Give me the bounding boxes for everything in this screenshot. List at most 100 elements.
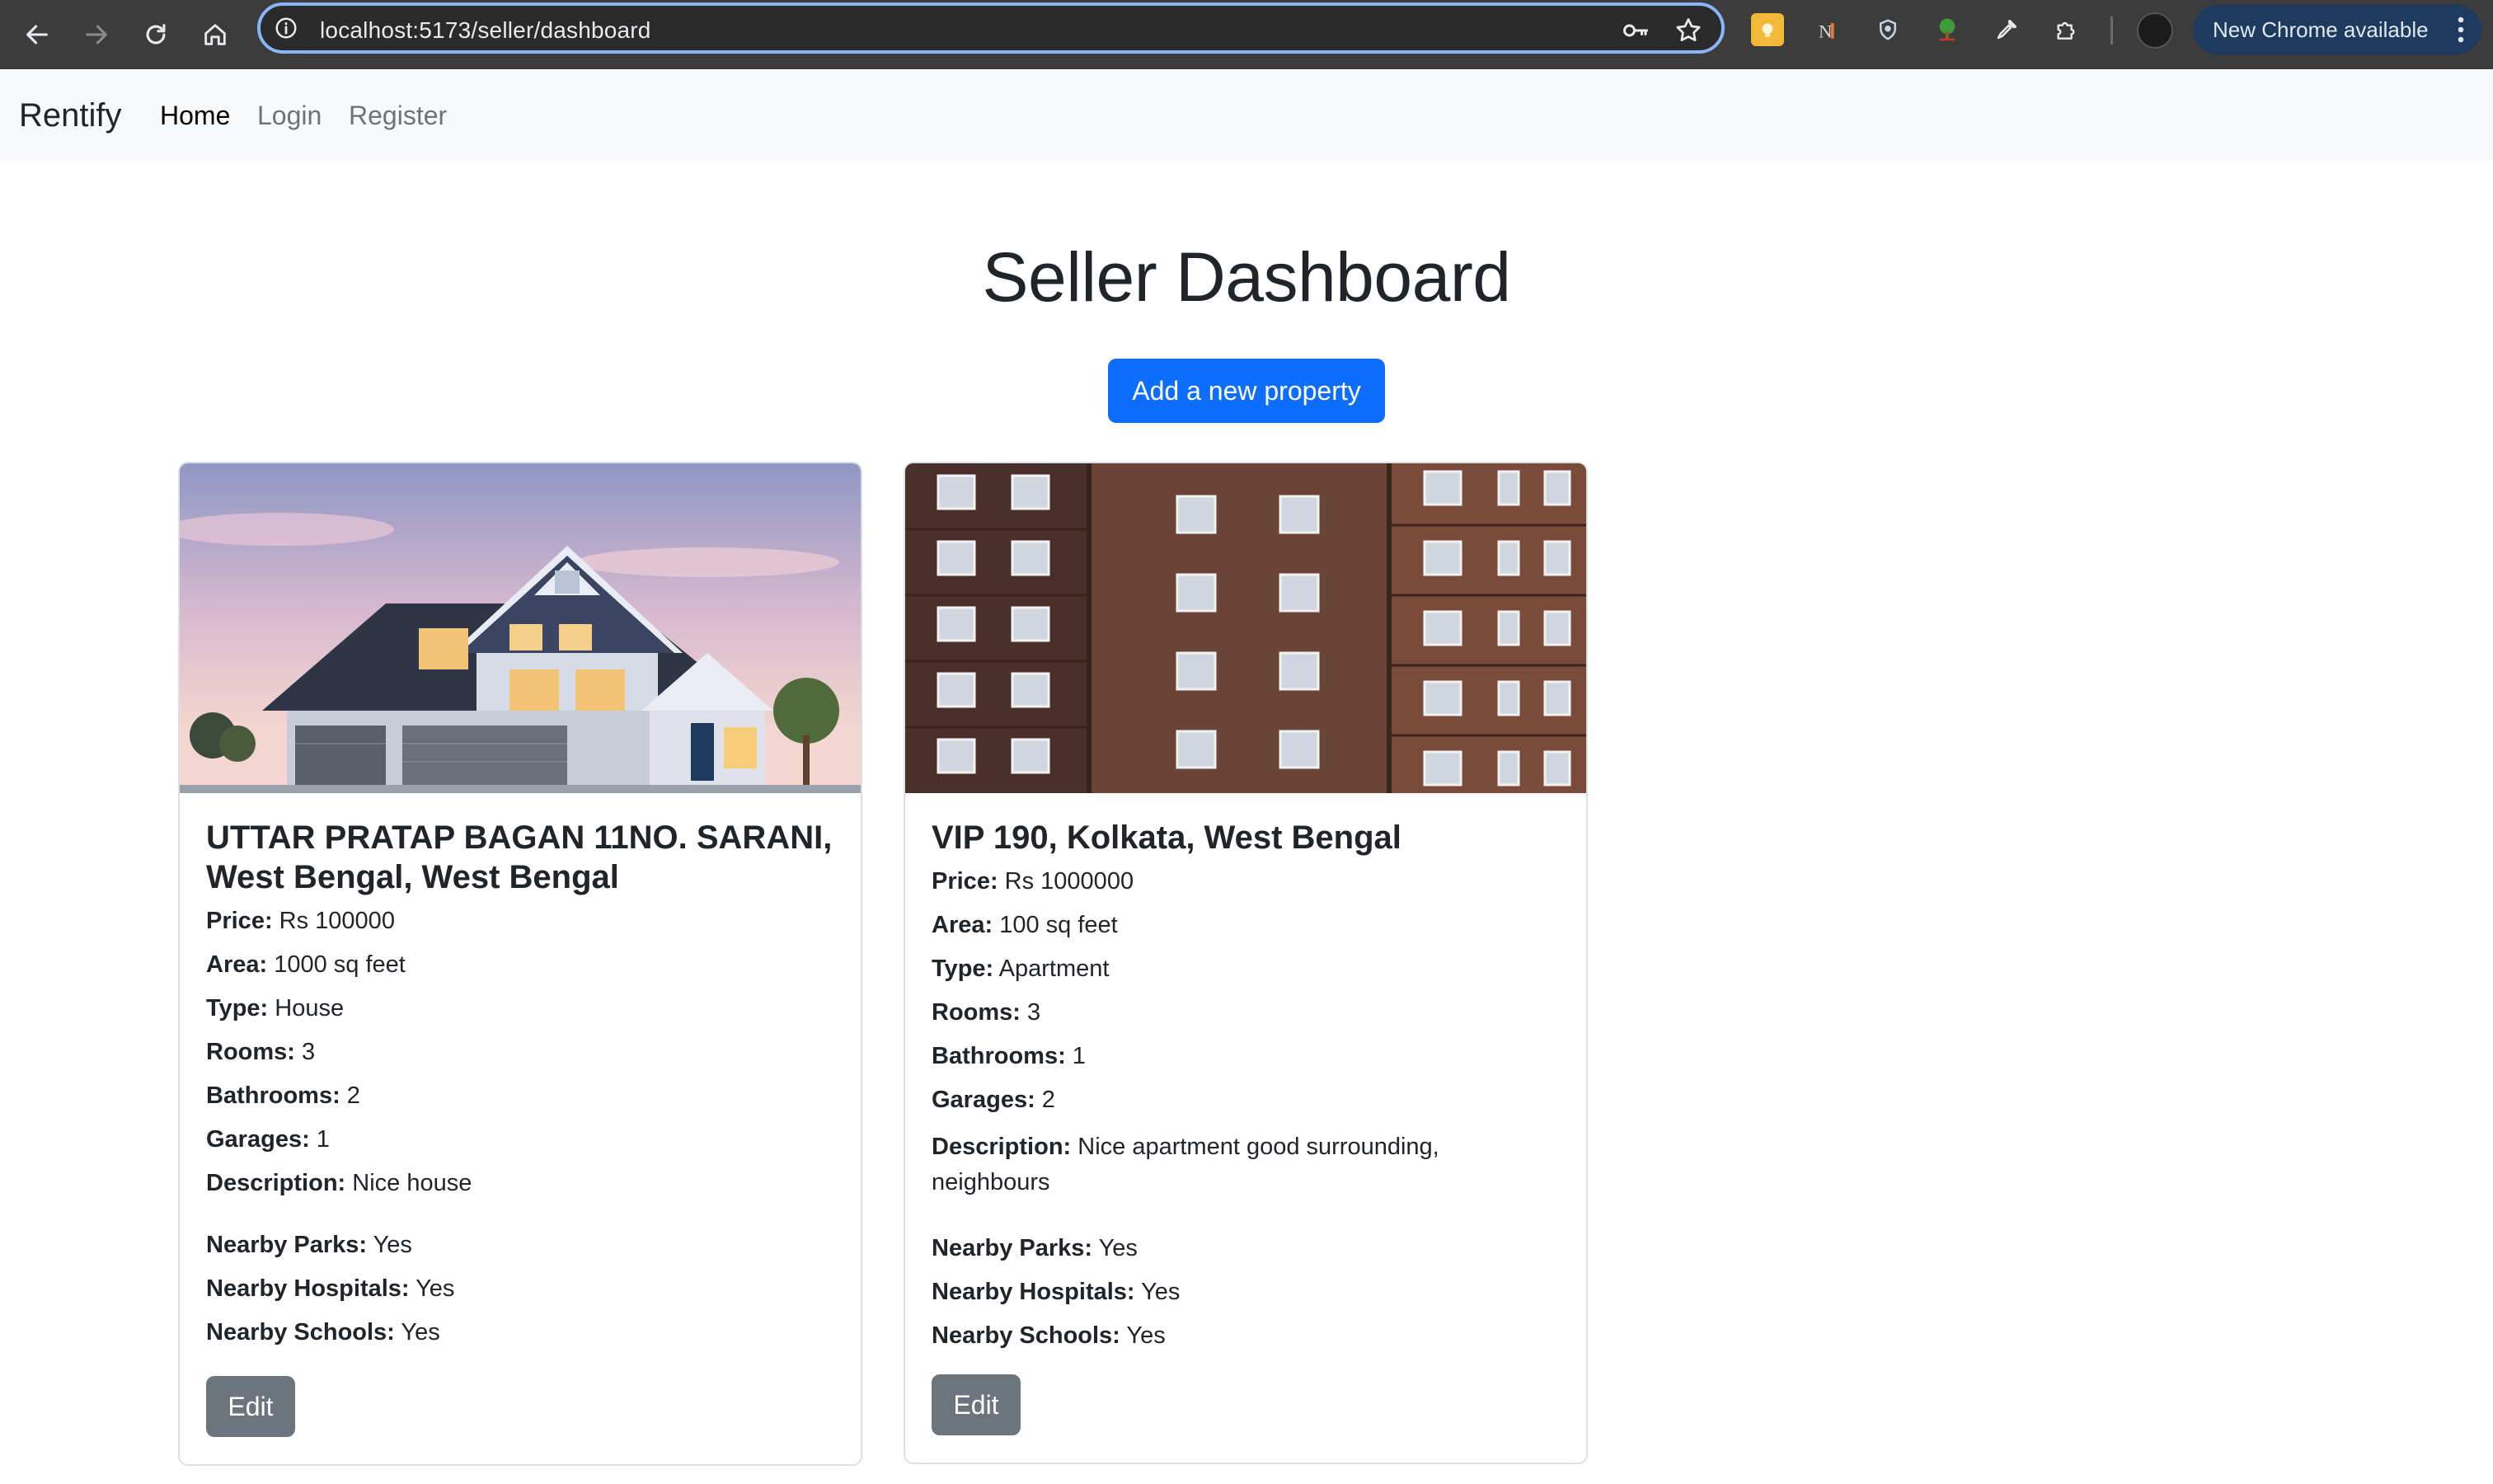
area-label: Area: <box>932 912 993 938</box>
reload-icon <box>146 24 166 45</box>
nearby-parks-row: Nearby Parks: Yes <box>932 1234 1566 1262</box>
price-row: Price: Rs 1000000 <box>932 867 1566 895</box>
nearby-parks-label: Nearby Parks: <box>932 1235 1093 1261</box>
rooms-value: 3 <box>1027 999 1041 1026</box>
description-label: Description: <box>932 1134 1072 1160</box>
bookmark-star-icon[interactable] <box>1674 16 1703 45</box>
nearby-schools-row: Nearby Schools: Yes <box>206 1318 841 1346</box>
type-value: House <box>275 995 345 1021</box>
description-value: Nice house <box>352 1170 472 1196</box>
nearby-parks-value: Yes <box>373 1232 412 1258</box>
bathrooms-value: 1 <box>1072 1043 1086 1069</box>
bathrooms-label: Bathrooms: <box>206 1082 340 1109</box>
garages-value: 1 <box>316 1126 330 1153</box>
type-label: Type: <box>206 995 269 1021</box>
arrow-left-icon <box>26 25 48 45</box>
nearby-schools-value: Yes <box>401 1319 440 1345</box>
nearby-schools-label: Nearby Schools: <box>932 1322 1120 1349</box>
nav-register[interactable]: Register <box>349 101 447 131</box>
description-label: Description: <box>206 1170 346 1196</box>
rooms-row: Rooms: 3 <box>206 1038 841 1066</box>
address-bar[interactable]: localhost:5173/seller/dashboard <box>257 2 1725 54</box>
home-icon <box>204 24 226 45</box>
property-image-apartment <box>905 463 1586 793</box>
price-row: Price: Rs 100000 <box>206 907 841 935</box>
chrome-update-label: New Chrome available <box>2213 17 2429 42</box>
arrow-right-icon <box>86 25 107 45</box>
garages-label: Garages: <box>206 1126 310 1153</box>
rooms-label: Rooms: <box>932 999 1021 1026</box>
nearby-hospitals-value: Yes <box>416 1275 455 1302</box>
chrome-update-button[interactable]: New Chrome available <box>2193 5 2481 54</box>
property-card: UTTAR PRATAP BAGAN 11NO. SARANI, West Be… <box>178 462 862 1466</box>
property-title: VIP 190, Kolkata, West Bengal <box>932 819 1401 856</box>
nearby-hospitals-value: Yes <box>1141 1279 1181 1305</box>
forward-button[interactable] <box>76 14 117 55</box>
extension-notion-icon[interactable]: N <box>1812 13 1845 46</box>
nearby-hospitals-label: Nearby Hospitals: <box>932 1279 1135 1305</box>
rooms-label: Rooms: <box>206 1039 295 1065</box>
nearby-schools-row: Nearby Schools: Yes <box>932 1322 1566 1350</box>
property-image-house <box>180 463 861 793</box>
nearby-schools-label: Nearby Schools: <box>206 1319 395 1345</box>
bathrooms-label: Bathrooms: <box>932 1043 1066 1069</box>
profile-avatar[interactable] <box>2137 12 2173 49</box>
garages-label: Garages: <box>932 1087 1035 1113</box>
rooms-row: Rooms: 3 <box>932 998 1566 1026</box>
nearby-hospitals-row: Nearby Hospitals: Yes <box>932 1278 1566 1306</box>
area-value: 100 sq feet <box>999 912 1118 938</box>
card-body: UTTAR PRATAP BAGAN 11NO. SARANI, West Be… <box>206 818 841 1346</box>
reload-button[interactable] <box>135 14 176 55</box>
price-label: Price: <box>932 868 998 895</box>
svg-text:N: N <box>1819 21 1832 41</box>
area-label: Area: <box>206 951 268 978</box>
nearby-hospitals-label: Nearby Hospitals: <box>206 1275 410 1302</box>
browser-toolbar: localhost:5173/seller/dashboard N New Ch… <box>0 0 2493 69</box>
add-property-button[interactable]: Add a new property <box>1108 359 1385 423</box>
type-row: Type: Apartment <box>932 955 1566 983</box>
description-row: Description: Nice house <box>206 1169 841 1197</box>
eyedropper-icon[interactable] <box>1990 13 2023 46</box>
type-value: Apartment <box>998 956 1110 982</box>
more-vert-icon[interactable] <box>2457 15 2465 45</box>
key-icon[interactable] <box>1621 16 1650 45</box>
site-info-icon[interactable] <box>274 16 298 40</box>
garages-row: Garages: 1 <box>206 1125 841 1153</box>
brand-logo[interactable]: Rentify <box>19 97 122 134</box>
bathrooms-row: Bathrooms: 1 <box>932 1042 1566 1070</box>
nav-home[interactable]: Home <box>160 101 230 131</box>
back-button[interactable] <box>16 14 58 55</box>
property-title: UTTAR PRATAP BAGAN 11NO. SARANI, West Be… <box>206 819 833 895</box>
page-title: Seller Dashboard <box>982 238 1511 316</box>
property-card: VIP 190, Kolkata, West Bengal Price: Rs … <box>904 462 1588 1464</box>
home-button[interactable] <box>195 14 236 55</box>
price-value: Rs 1000000 <box>1004 868 1134 895</box>
bathrooms-row: Bathrooms: 2 <box>206 1082 841 1110</box>
type-label: Type: <box>932 956 994 982</box>
type-row: Type: House <box>206 994 841 1022</box>
description-row: Description: Nice apartment good surroun… <box>932 1129 1525 1200</box>
address-url[interactable]: localhost:5173/seller/dashboard <box>320 17 651 44</box>
price-value: Rs 100000 <box>279 908 395 934</box>
nearby-parks-row: Nearby Parks: Yes <box>206 1231 841 1259</box>
extension-tree-icon[interactable] <box>1931 13 1964 46</box>
bathrooms-value: 2 <box>346 1082 360 1109</box>
extension-shield-icon[interactable] <box>1871 13 1904 46</box>
edit-button[interactable]: Edit <box>206 1376 295 1437</box>
nearby-schools-value: Yes <box>1126 1322 1166 1349</box>
app-navbar: Rentify Home Login Register <box>0 69 2493 160</box>
garages-row: Garages: 2 <box>932 1086 1566 1114</box>
rooms-value: 3 <box>302 1039 316 1065</box>
nav-login[interactable]: Login <box>257 101 322 131</box>
price-label: Price: <box>206 908 273 934</box>
card-body: VIP 190, Kolkata, West Bengal Price: Rs … <box>932 818 1566 1350</box>
edit-button[interactable]: Edit <box>932 1374 1021 1435</box>
area-value: 1000 sq feet <box>274 951 406 978</box>
area-row: Area: 1000 sq feet <box>206 951 841 979</box>
area-row: Area: 100 sq feet <box>932 911 1566 939</box>
extension-keep-icon[interactable] <box>1751 13 1784 46</box>
extensions-puzzle-icon[interactable] <box>2049 13 2082 46</box>
garages-value: 2 <box>1041 1087 1055 1113</box>
nearby-parks-value: Yes <box>1098 1235 1138 1261</box>
toolbar-divider <box>2110 16 2113 45</box>
